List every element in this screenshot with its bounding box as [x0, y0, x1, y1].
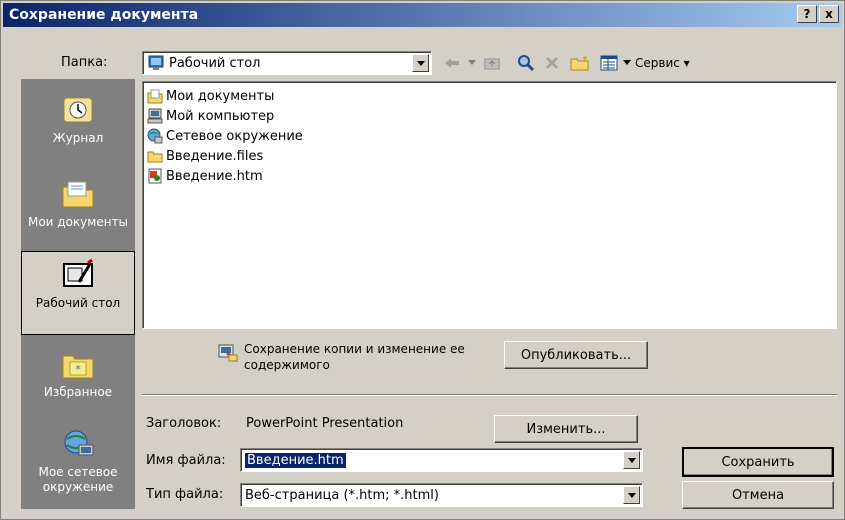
place-desktop[interactable]: Рабочий стол — [21, 251, 135, 335]
delete-icon[interactable] — [539, 51, 565, 75]
title-bar[interactable]: Сохранение документа — [3, 3, 842, 27]
title-label: Заголовок: — [146, 416, 222, 431]
filetype-combo[interactable]: Веб-страница (*.htm; *.html) — [240, 483, 643, 507]
place-label: Журнал — [52, 131, 104, 145]
service-menu[interactable]: Сервис ▾ — [635, 51, 715, 75]
place-history[interactable]: Журнал — [21, 87, 135, 165]
my-documents-icon — [61, 177, 95, 211]
network-icon — [61, 427, 95, 461]
cancel-button[interactable]: Отмена — [682, 481, 834, 509]
place-label: Избранное — [43, 385, 113, 399]
search-web-icon[interactable] — [513, 51, 539, 75]
filename-label: Имя файла: — [146, 453, 226, 468]
my-computer-icon — [147, 108, 163, 124]
file-name: Введение.files — [166, 148, 264, 164]
place-label: Рабочий стол — [35, 296, 121, 310]
file-name: Мои документы — [166, 88, 275, 104]
list-item[interactable]: Мои документы — [147, 86, 274, 106]
chevron-down-icon[interactable] — [412, 54, 429, 72]
chevron-down-icon[interactable] — [623, 451, 640, 469]
views-icon[interactable] — [597, 51, 621, 75]
views-dropdown-icon[interactable] — [621, 51, 633, 75]
back-dropdown-icon[interactable] — [465, 51, 479, 75]
folder-label: Папка: — [61, 55, 108, 70]
filetype-value: Веб-страница (*.htm; *.html) — [245, 487, 439, 503]
list-item[interactable]: Мой компьютер — [147, 106, 274, 126]
publish-text: Сохранение копии и изменение ее содержим… — [244, 342, 465, 372]
chevron-down-icon[interactable] — [623, 486, 640, 504]
file-name: Сетевое окружение — [166, 128, 303, 144]
network-icon — [147, 128, 163, 144]
history-icon — [61, 93, 95, 127]
place-label: Мое сетевое окружение — [38, 465, 118, 494]
file-name: Мой компьютер — [166, 108, 275, 124]
file-name: Введение.htm — [166, 168, 263, 184]
list-item[interactable]: Введение.files — [147, 146, 263, 166]
back-icon[interactable] — [439, 51, 465, 75]
places-bar: Журнал Мои документы Рабочий стол * Избр… — [21, 79, 135, 509]
save-dialog: Сохранение документа ? x Папка: Рабочий … — [0, 0, 845, 520]
save-button[interactable]: Сохранить — [682, 447, 834, 477]
list-item[interactable]: Сетевое окружение — [147, 126, 303, 146]
folder-value: Рабочий стол — [169, 55, 261, 71]
my-documents-icon — [147, 88, 163, 104]
up-folder-icon[interactable] — [479, 51, 505, 75]
dialog-title: Сохранение документа — [9, 7, 199, 23]
folder-icon — [147, 148, 163, 164]
place-network[interactable]: Мое сетевое окружение — [21, 421, 135, 507]
folder-combo[interactable]: Рабочий стол — [142, 51, 432, 75]
file-list[interactable]: Мои документы Мой компьютер Сетевое окру… — [142, 81, 837, 329]
list-item[interactable]: Введение.htm — [147, 166, 263, 186]
help-button[interactable]: ? — [797, 5, 817, 23]
desktop-icon — [61, 258, 95, 292]
favorites-icon: * — [61, 347, 95, 381]
publish-button[interactable]: Опубликовать... — [504, 341, 648, 369]
place-my-documents[interactable]: Мои документы — [21, 171, 135, 251]
desktop-icon — [148, 55, 164, 71]
place-label: Мои документы — [27, 215, 129, 229]
change-title-button[interactable]: Изменить... — [494, 415, 638, 443]
new-folder-icon[interactable] — [567, 51, 593, 75]
filename-input[interactable]: Введение.htm — [245, 452, 346, 468]
svg-text:*: * — [75, 363, 81, 376]
html-file-icon — [147, 168, 163, 184]
filename-combo[interactable]: Введение.htm — [240, 448, 643, 472]
publish-icon — [217, 341, 239, 363]
filetype-label: Тип файла: — [146, 487, 224, 502]
title-value: PowerPoint Presentation — [246, 416, 404, 431]
close-button[interactable]: x — [819, 5, 839, 23]
place-favorites[interactable]: * Избранное — [21, 341, 135, 417]
divider — [142, 394, 837, 396]
